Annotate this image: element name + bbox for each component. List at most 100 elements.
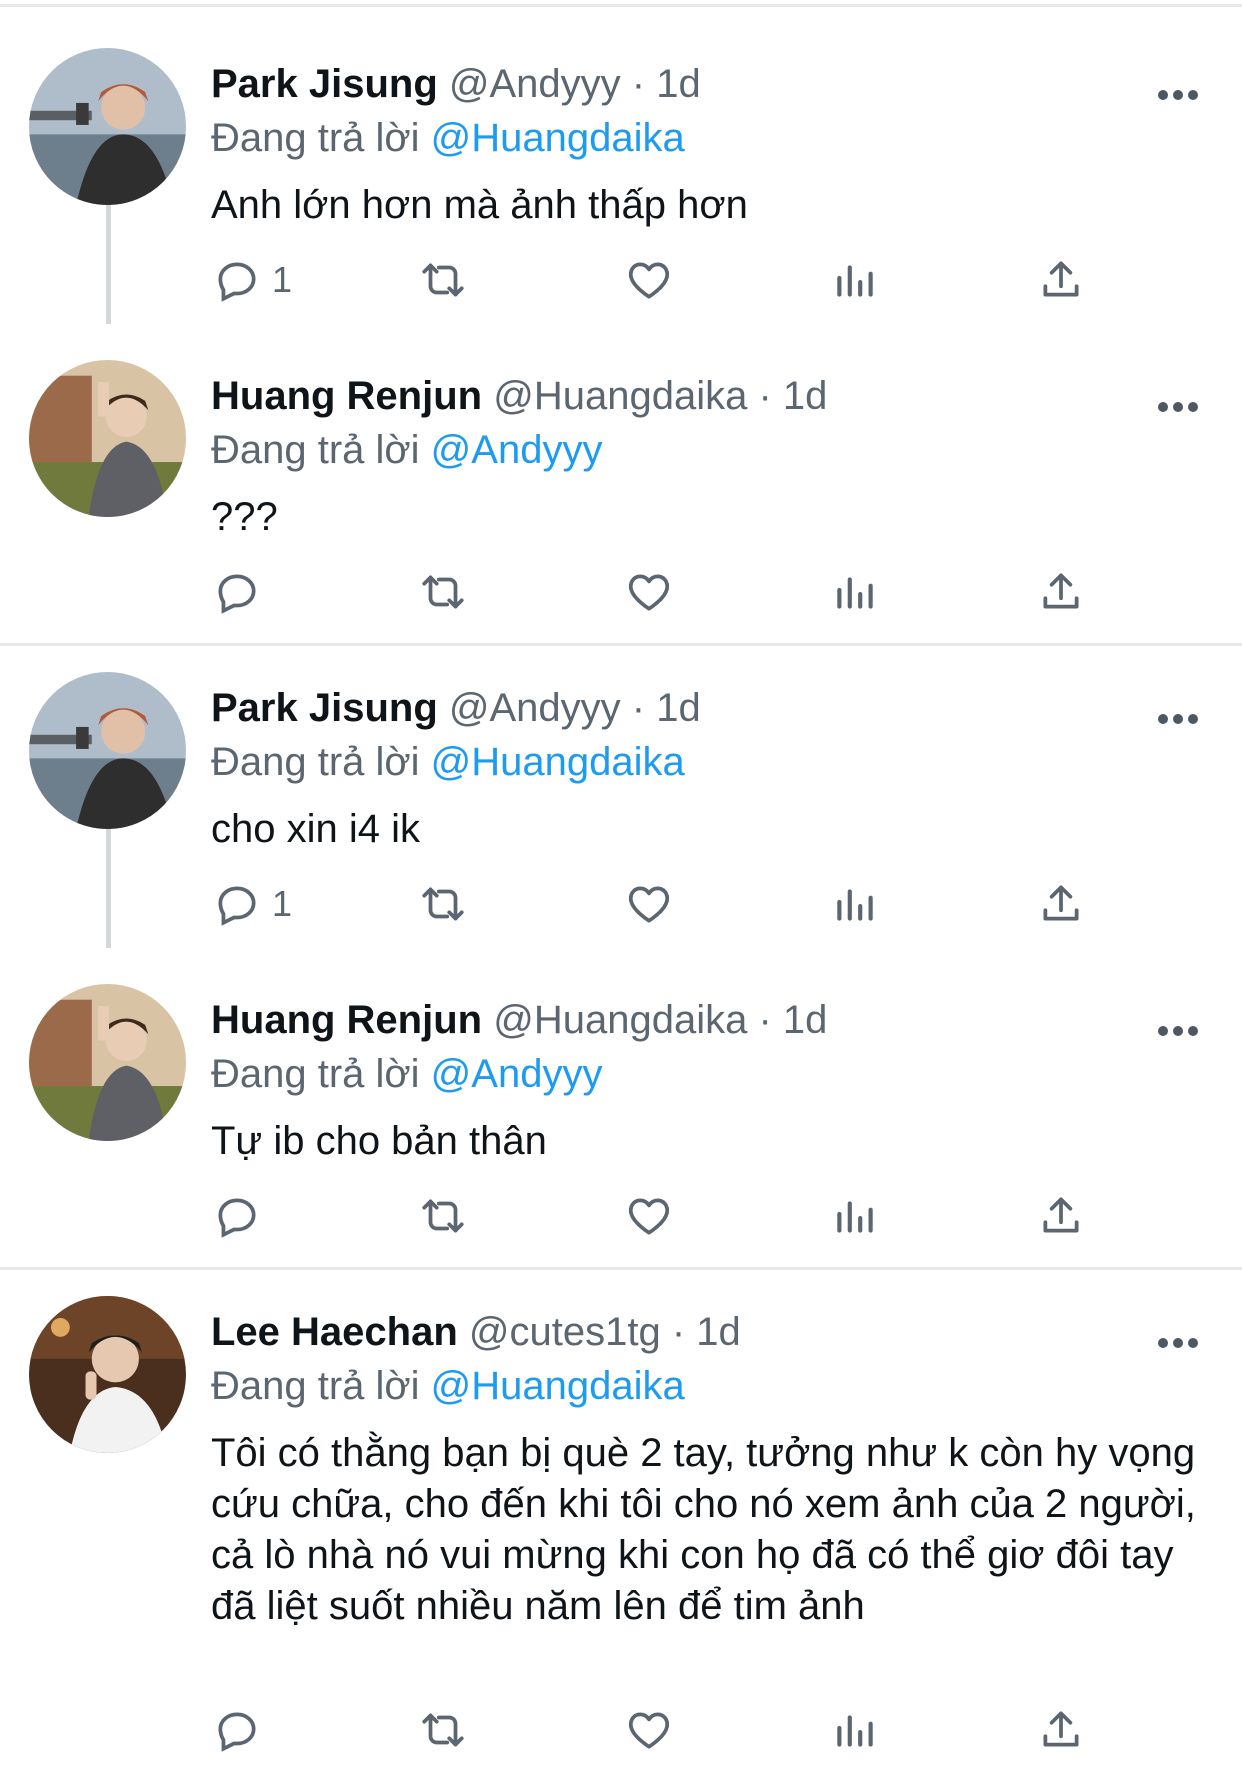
reply-button[interactable]: [212, 562, 272, 622]
replying-to: Đang trả lời @Andyyy: [211, 426, 602, 474]
share-button[interactable]: [1036, 874, 1086, 934]
share-button[interactable]: [1036, 250, 1086, 310]
display-name[interactable]: Lee Haechan: [211, 1310, 458, 1354]
handle[interactable]: @Andyyy: [449, 686, 621, 730]
tweet-header: Park Jisung @Andyyy · 1d: [211, 60, 701, 108]
share-upload-icon: [1043, 1711, 1079, 1747]
share-button[interactable]: [1036, 1700, 1086, 1760]
share-upload-icon: [1043, 261, 1079, 297]
reply-prefix: Đang trả lời: [211, 1052, 420, 1096]
tweet-header: Huang Renjun @Huangdaika · 1d: [211, 372, 827, 420]
tweet-header: Park Jisung @Andyyy · 1d: [211, 684, 701, 732]
reply-mention-link[interactable]: @Huangdaika: [431, 116, 685, 160]
like-button[interactable]: [624, 1186, 674, 1246]
reply-button[interactable]: [212, 1700, 272, 1760]
timestamp[interactable]: · 1d: [632, 62, 701, 106]
retweet-button[interactable]: [418, 250, 468, 310]
replying-to: Đang trả lời @Huangdaika: [211, 1362, 685, 1410]
section-divider: [0, 643, 1242, 646]
more-dots-icon[interactable]: [1158, 714, 1198, 726]
speech-bubble-icon: [218, 1198, 256, 1238]
like-button[interactable]: [624, 1700, 674, 1760]
tweet-text: Tự ib cho bản thân: [211, 1119, 547, 1163]
display-name[interactable]: Park Jisung: [211, 62, 438, 106]
retweet-button[interactable]: [418, 1186, 468, 1246]
timestamp[interactable]: · 1d: [672, 1310, 741, 1354]
retweet-icon: [422, 1199, 464, 1233]
action-bar: [0, 562, 1242, 622]
avatar[interactable]: [29, 1296, 186, 1453]
retweet-button[interactable]: [418, 1700, 468, 1760]
retweet-button[interactable]: [418, 562, 468, 622]
action-bar: [0, 1186, 1242, 1246]
timestamp[interactable]: · 1d: [632, 686, 701, 730]
handle[interactable]: @cutes1tg: [469, 1310, 661, 1354]
retweet-icon: [422, 887, 464, 921]
display-name[interactable]: Huang Renjun: [211, 374, 482, 418]
speech-bubble-icon: [218, 1712, 256, 1752]
avatar-huang-renjun-image: [29, 360, 186, 517]
avatar[interactable]: [29, 48, 186, 205]
tweet[interactable]: Lee Haechan @cutes1tg · 1d Đang trả lời …: [0, 1282, 1242, 1762]
tweet-header: Lee Haechan @cutes1tg · 1d: [211, 1308, 741, 1356]
heart-icon: [628, 1712, 670, 1749]
more-dots-icon[interactable]: [1158, 90, 1198, 102]
retweet-icon: [422, 263, 464, 297]
avatar-huang-renjun-image: [29, 984, 186, 1141]
display-name[interactable]: Park Jisung: [211, 686, 438, 730]
display-name[interactable]: Huang Renjun: [211, 998, 482, 1042]
reply-button[interactable]: [212, 1186, 272, 1246]
like-button[interactable]: [624, 562, 674, 622]
analytics-button[interactable]: [830, 874, 880, 934]
bar-chart-icon: [837, 1201, 873, 1233]
timestamp[interactable]: · 1d: [758, 374, 827, 418]
reply-button[interactable]: 1: [212, 874, 292, 934]
reply-count: 1: [272, 883, 293, 924]
handle[interactable]: @Huangdaika: [493, 374, 747, 418]
share-button[interactable]: [1036, 1186, 1086, 1246]
action-bar: 1: [0, 874, 1242, 934]
reply-button[interactable]: 1: [212, 250, 292, 310]
heart-icon: [628, 886, 670, 923]
reply-prefix: Đang trả lời: [211, 428, 420, 472]
speech-bubble-icon: [218, 886, 256, 926]
share-upload-icon: [1043, 885, 1079, 921]
analytics-button[interactable]: [830, 562, 880, 622]
share-upload-icon: [1043, 1197, 1079, 1233]
share-upload-icon: [1043, 573, 1079, 609]
more-dots-icon[interactable]: [1158, 1026, 1198, 1038]
replying-to: Đang trả lời @Huangdaika: [211, 738, 685, 786]
more-dots-icon[interactable]: [1158, 402, 1198, 414]
reply-mention-link[interactable]: @Andyyy: [431, 1052, 603, 1096]
retweet-icon: [422, 1713, 464, 1747]
replying-to: Đang trả lời @Andyyy: [211, 1050, 602, 1098]
timestamp[interactable]: · 1d: [758, 998, 827, 1042]
avatar[interactable]: [29, 984, 186, 1141]
bar-chart-icon: [837, 265, 873, 297]
top-divider: [0, 4, 1242, 7]
like-button[interactable]: [624, 874, 674, 934]
retweet-button[interactable]: [418, 874, 468, 934]
avatar-park-jisung-image: [29, 672, 186, 829]
bar-chart-icon: [837, 1715, 873, 1747]
analytics-button[interactable]: [830, 1700, 880, 1760]
avatar[interactable]: [29, 360, 186, 517]
handle[interactable]: @Andyyy: [449, 62, 621, 106]
handle[interactable]: @Huangdaika: [493, 998, 747, 1042]
more-dots-icon[interactable]: [1158, 1338, 1198, 1350]
section-divider: [0, 1267, 1242, 1270]
action-bar: 1: [0, 250, 1242, 310]
reply-mention-link[interactable]: @Huangdaika: [431, 740, 685, 784]
reply-mention-link[interactable]: @Huangdaika: [431, 1364, 685, 1408]
tweet-header: Huang Renjun @Huangdaika · 1d: [211, 996, 827, 1044]
like-button[interactable]: [624, 250, 674, 310]
reply-mention-link[interactable]: @Andyyy: [431, 428, 603, 472]
analytics-button[interactable]: [830, 250, 880, 310]
tweet-text: cho xin i4 ik: [211, 807, 420, 851]
share-button[interactable]: [1036, 562, 1086, 622]
analytics-button[interactable]: [830, 1186, 880, 1246]
bar-chart-icon: [837, 889, 873, 921]
tweet-text: ???: [211, 495, 278, 539]
avatar-lee-haechan-image: [29, 1296, 186, 1453]
avatar[interactable]: [29, 672, 186, 829]
